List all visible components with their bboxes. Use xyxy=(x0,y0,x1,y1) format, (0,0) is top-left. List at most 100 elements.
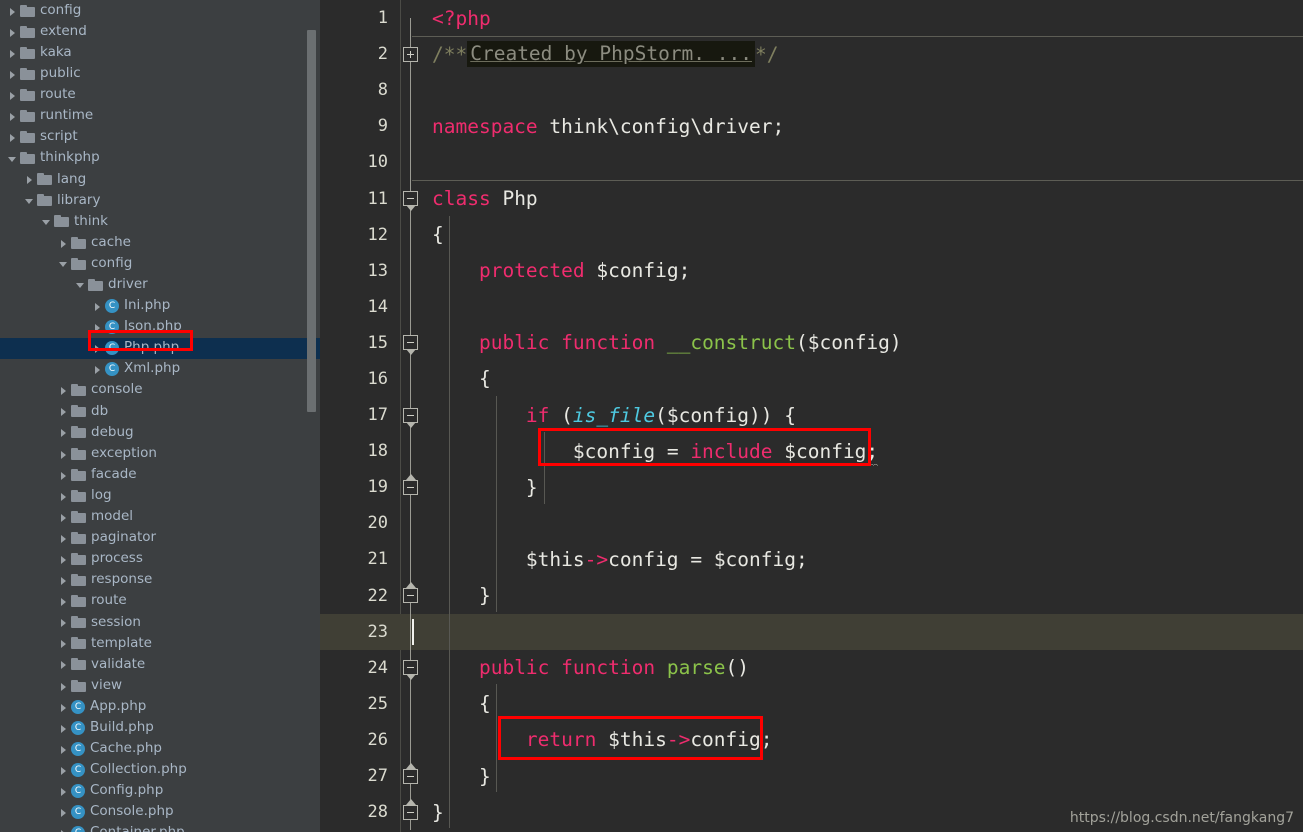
tree-item-collection-php[interactable]: C Collection.php xyxy=(0,759,320,780)
fold-column[interactable] xyxy=(400,685,422,722)
fold-column[interactable] xyxy=(400,108,422,145)
collapse-fold-icon[interactable] xyxy=(403,335,418,356)
fold-column[interactable] xyxy=(400,794,422,831)
code-line-27[interactable]: 27 } xyxy=(320,757,1303,795)
chevron-right-icon[interactable] xyxy=(23,173,36,186)
tree-item-cache-php[interactable]: C Cache.php xyxy=(0,738,320,759)
chevron-right-icon[interactable] xyxy=(57,763,70,776)
code-line-8[interactable]: 8 xyxy=(320,72,1303,109)
tree-item-template[interactable]: template xyxy=(0,633,320,654)
tree-item-console[interactable]: console xyxy=(0,380,320,401)
code-line-15[interactable]: 15 public function __construct($config) xyxy=(320,324,1303,361)
chevron-right-icon[interactable] xyxy=(57,806,70,819)
tree-item-exception[interactable]: exception xyxy=(0,443,320,464)
code-line-17[interactable]: 17 if (is_file($config)) { xyxy=(320,397,1303,434)
fold-column[interactable] xyxy=(400,288,422,325)
fold-column[interactable] xyxy=(400,324,422,361)
chevron-right-icon[interactable] xyxy=(6,131,19,144)
tree-item-lang[interactable]: lang xyxy=(0,169,320,190)
tree-item-facade[interactable]: facade xyxy=(0,464,320,485)
chevron-right-icon[interactable] xyxy=(57,637,70,650)
tree-item-driver[interactable]: driver xyxy=(0,274,320,295)
chevron-right-icon[interactable] xyxy=(57,785,70,798)
fold-column[interactable] xyxy=(400,216,422,253)
code-line-21[interactable]: 21 $this -> config = $config; xyxy=(320,541,1303,578)
fold-column[interactable] xyxy=(400,144,422,181)
tree-item-library[interactable]: library xyxy=(0,190,320,211)
tree-item-app-php[interactable]: C App.php xyxy=(0,696,320,717)
code-line-9[interactable]: 9 namespace think \ config \ driver; xyxy=(320,108,1303,145)
chevron-right-icon[interactable] xyxy=(57,658,70,671)
tree-item-view[interactable]: view xyxy=(0,675,320,696)
tree-item-extend[interactable]: extend xyxy=(0,21,320,42)
chevron-right-icon[interactable] xyxy=(57,721,70,734)
tree-item-db[interactable]: db xyxy=(0,401,320,422)
chevron-down-icon[interactable] xyxy=(57,257,70,270)
code-editor[interactable]: 1 <?php 2 /** Created by PhpStorm. ... */ 8 9 na… xyxy=(320,0,1303,832)
collapse-fold-icon[interactable] xyxy=(403,798,418,820)
tree-item-build-php[interactable]: C Build.php xyxy=(0,717,320,738)
fold-column[interactable] xyxy=(400,36,422,73)
tree-item-paginator[interactable]: paginator xyxy=(0,527,320,548)
collapse-fold-icon[interactable] xyxy=(403,660,418,681)
sidebar-vertical-scrollbar[interactable] xyxy=(307,30,316,412)
chevron-down-icon[interactable] xyxy=(40,215,53,228)
tree-item-config[interactable]: config xyxy=(0,0,320,21)
chevron-right-icon[interactable] xyxy=(57,616,70,629)
tree-item-think[interactable]: think xyxy=(0,211,320,232)
chevron-right-icon[interactable] xyxy=(91,342,104,355)
fold-column[interactable] xyxy=(400,433,422,470)
chevron-right-icon[interactable] xyxy=(57,489,70,502)
project-tree[interactable]: config extend kaka public route runtime script… xyxy=(0,0,320,832)
chevron-right-icon[interactable] xyxy=(57,679,70,692)
chevron-right-icon[interactable] xyxy=(57,552,70,565)
tree-item-console-php[interactable]: C Console.php xyxy=(0,802,320,823)
chevron-right-icon[interactable] xyxy=(57,827,70,832)
chevron-down-icon[interactable] xyxy=(23,194,36,207)
collapse-fold-icon[interactable] xyxy=(403,473,418,495)
fold-column[interactable] xyxy=(400,252,422,289)
code-line-24[interactable]: 24 public function parse() xyxy=(320,649,1303,686)
fold-column[interactable] xyxy=(400,360,422,398)
tree-item-validate[interactable]: validate xyxy=(0,654,320,675)
code-line-12[interactable]: 12 { xyxy=(320,216,1303,253)
fold-column[interactable] xyxy=(400,649,422,686)
chevron-right-icon[interactable] xyxy=(57,700,70,713)
collapse-fold-icon[interactable] xyxy=(403,407,418,428)
tree-item-response[interactable]: response xyxy=(0,570,320,591)
tree-item-config[interactable]: config xyxy=(0,253,320,274)
fold-column[interactable] xyxy=(400,0,422,37)
chevron-right-icon[interactable] xyxy=(57,405,70,418)
chevron-right-icon[interactable] xyxy=(57,510,70,523)
tree-item-cache[interactable]: cache xyxy=(0,232,320,253)
fold-column[interactable] xyxy=(400,757,422,795)
chevron-right-icon[interactable] xyxy=(57,426,70,439)
code-line-14[interactable]: 14 xyxy=(320,288,1303,325)
code-line-22[interactable]: 22 } xyxy=(320,577,1303,614)
tree-item-kaka[interactable]: kaka xyxy=(0,42,320,63)
fold-column[interactable] xyxy=(400,541,422,578)
chevron-right-icon[interactable] xyxy=(57,742,70,755)
code-line-23[interactable]: 23 xyxy=(320,613,1303,650)
chevron-right-icon[interactable] xyxy=(57,574,70,587)
chevron-right-icon[interactable] xyxy=(91,320,104,333)
tree-item-process[interactable]: process xyxy=(0,548,320,569)
chevron-right-icon[interactable] xyxy=(6,25,19,38)
code-line-26[interactable]: 26 return $this -> config; xyxy=(320,721,1303,758)
chevron-right-icon[interactable] xyxy=(6,4,19,17)
tree-item-script[interactable]: script xyxy=(0,127,320,148)
fold-column[interactable] xyxy=(400,613,422,650)
code-line-2[interactable]: 2 /** Created by PhpStorm. ... */ xyxy=(320,36,1303,73)
chevron-right-icon[interactable] xyxy=(57,531,70,544)
code-line-19[interactable]: 19 } xyxy=(320,469,1303,506)
tree-item-runtime[interactable]: runtime xyxy=(0,105,320,126)
tree-item-json-php[interactable]: C Json.php xyxy=(0,316,320,337)
code-line-20[interactable]: 20 xyxy=(320,505,1303,542)
tree-item-public[interactable]: public xyxy=(0,63,320,84)
tree-item-route[interactable]: route xyxy=(0,591,320,612)
folded-comment-placeholder[interactable]: Created by PhpStorm. ... xyxy=(467,41,755,68)
tree-item-thinkphp[interactable]: thinkphp xyxy=(0,148,320,169)
tree-item-xml-php[interactable]: C Xml.php xyxy=(0,359,320,380)
tree-item-model[interactable]: model xyxy=(0,506,320,527)
code-lines[interactable]: 1 <?php 2 /** Created by PhpStorm. ... */ 8 9 na… xyxy=(320,0,1303,831)
